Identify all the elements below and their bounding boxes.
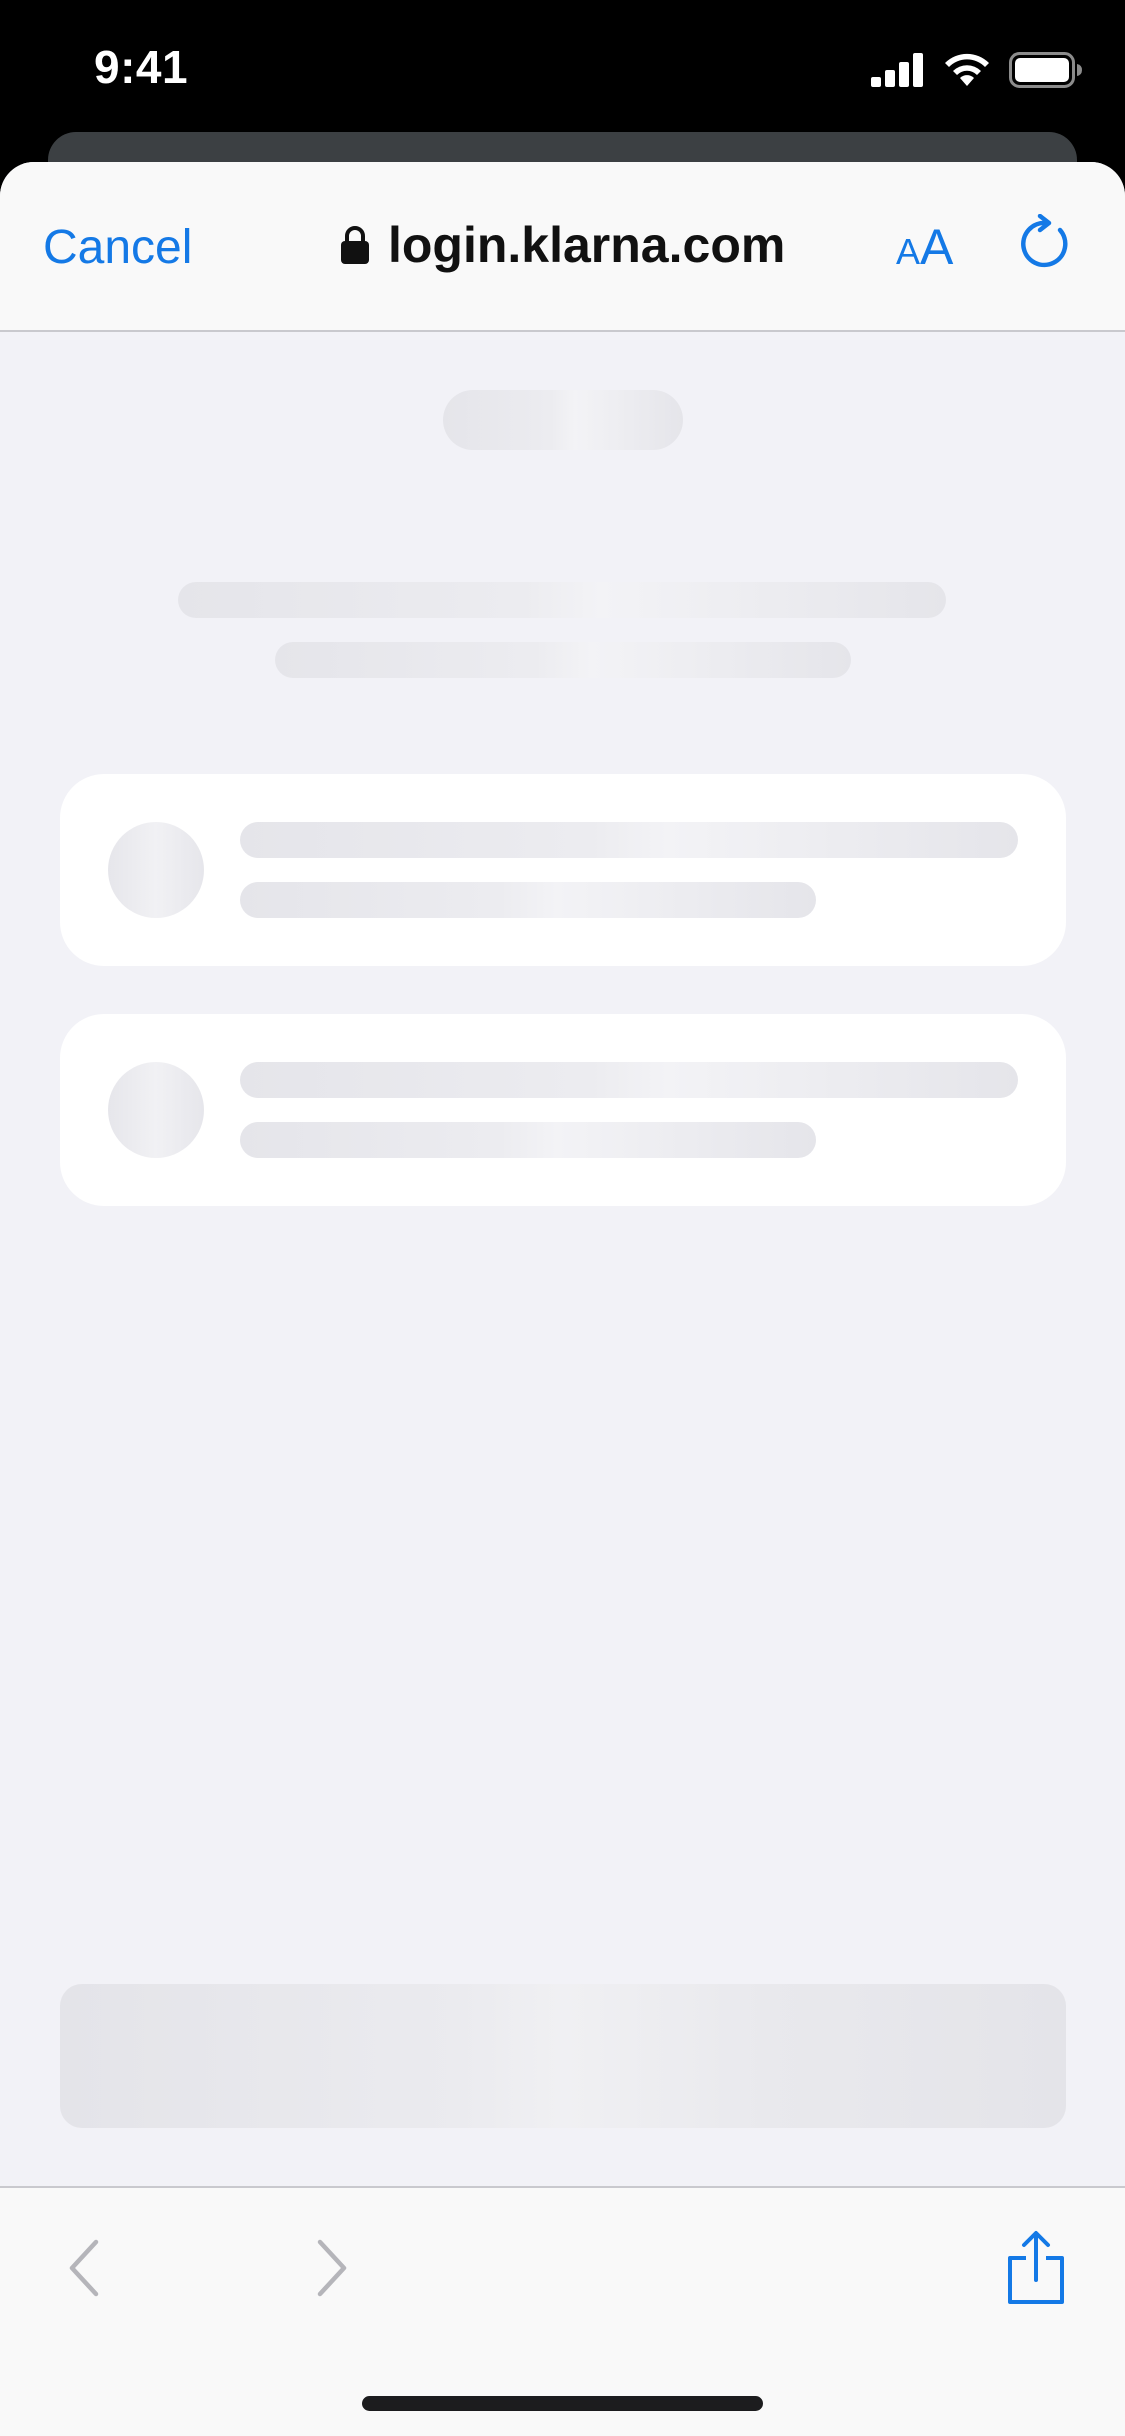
text-size-button[interactable]: AA: [896, 222, 953, 272]
share-button[interactable]: [1004, 2230, 1068, 2309]
status-bar: 9:41: [0, 0, 1125, 135]
text-size-small-letter: A: [896, 231, 921, 272]
skeleton-option-card: [60, 774, 1066, 966]
cellular-signal-icon: [871, 53, 923, 87]
skeleton-logo: [443, 390, 683, 450]
skeleton-primary-button: [60, 1984, 1066, 2128]
browser-sheet: Cancel login.klarna.com AA: [0, 162, 1125, 2436]
skeleton-title-line: [178, 582, 946, 618]
status-icons: [871, 52, 1083, 88]
cancel-button[interactable]: Cancel: [43, 220, 192, 275]
skeleton-line: [240, 882, 816, 918]
chevron-right-icon: [317, 2239, 347, 2297]
text-size-large-letter: A: [920, 219, 954, 275]
lock-icon: [341, 226, 369, 264]
back-button[interactable]: [62, 2236, 110, 2303]
reload-button[interactable]: [1016, 213, 1076, 274]
skeleton-option-card: [60, 1014, 1066, 1206]
forward-button[interactable]: [306, 2236, 354, 2303]
status-time: 9:41: [94, 41, 189, 93]
reload-icon: [1021, 213, 1068, 268]
browser-nav-bar: Cancel login.klarna.com AA: [0, 162, 1125, 332]
url-text: login.klarna.com: [388, 217, 786, 273]
skeleton-avatar: [108, 822, 204, 918]
skeleton-line: [240, 1122, 816, 1158]
chevron-left-icon: [69, 2239, 99, 2297]
battery-icon: [1009, 52, 1082, 88]
address-bar[interactable]: login.klarna.com: [340, 216, 785, 274]
skeleton-line: [240, 1062, 1018, 1098]
wifi-icon: [945, 53, 989, 86]
skeleton-subtitle-line: [275, 642, 851, 678]
home-indicator[interactable]: [362, 2396, 763, 2411]
skeleton-line: [240, 822, 1018, 858]
skeleton-avatar: [108, 1062, 204, 1158]
share-icon: [1008, 2231, 1064, 2304]
screen: 9:41 Cancel login.klarna.com AA: [0, 0, 1125, 2436]
